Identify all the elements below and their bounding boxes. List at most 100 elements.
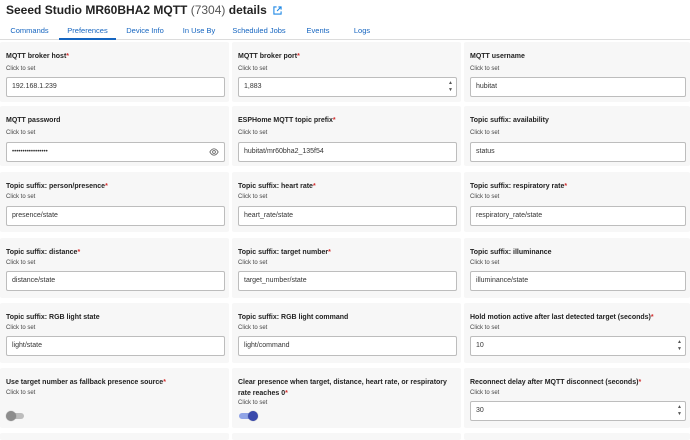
pref-label: MQTT username <box>470 53 525 60</box>
heart-rate-input[interactable]: heart_rate/state <box>238 206 457 226</box>
pref-broker-host: MQTT broker host* Click to set 192.168.1… <box>0 42 229 102</box>
spin-down-icon[interactable]: ▼ <box>447 87 454 94</box>
pref-rgb-command: Topic suffix: RGB light command Click to… <box>232 303 461 363</box>
eye-icon[interactable] <box>209 147 219 157</box>
pref-label: Topic suffix: availability <box>470 117 549 124</box>
spin-down-icon[interactable]: ▼ <box>676 346 683 353</box>
field-value: ••••••••••••••••• <box>12 149 48 155</box>
rgb-state-input[interactable]: light/state <box>6 336 225 356</box>
click-to-set-hint: Click to set <box>238 400 268 406</box>
tab-preferences[interactable]: Preferences <box>59 20 116 40</box>
field-value: 30 <box>476 407 484 414</box>
click-to-set-hint: Click to set <box>238 325 268 331</box>
external-link-icon[interactable] <box>273 6 282 15</box>
pref-rgb-state: Topic suffix: RGB light state Click to s… <box>0 303 229 363</box>
availability-input[interactable]: status <box>470 142 686 162</box>
clear-presence-toggle[interactable] <box>238 411 258 421</box>
click-to-set-hint: Click to set <box>6 194 36 200</box>
pref-label: Topic suffix: RGB light command <box>238 314 349 321</box>
click-to-set-hint: Click to set <box>238 194 268 200</box>
required-mark: * <box>312 183 316 190</box>
required-mark: * <box>564 183 568 190</box>
required-mark: * <box>638 379 642 386</box>
pref-label: Topic suffix: heart rate <box>238 183 313 190</box>
pref-distance: Topic suffix: distance* Click to set dis… <box>0 238 229 298</box>
click-to-set-hint: Click to set <box>6 66 36 72</box>
click-to-set-hint: Click to set <box>6 325 36 331</box>
pref-label: Clear presence when target, distance, he… <box>238 379 447 397</box>
click-to-set-hint: Click to set <box>6 390 36 396</box>
tab-device-info[interactable]: Device Info <box>116 20 174 40</box>
title-suffix: details <box>228 3 267 17</box>
spin-up-icon[interactable]: ▲ <box>676 404 683 411</box>
required-mark: * <box>163 379 166 386</box>
required-mark: * <box>332 117 336 124</box>
pref-label: MQTT password <box>6 117 61 124</box>
field-value: 1,883 <box>244 83 262 90</box>
pref-resp-rate: Topic suffix: respiratory rate* Click to… <box>464 172 690 232</box>
click-to-set-hint: Click to set <box>470 194 500 200</box>
spin-up-icon[interactable]: ▲ <box>676 339 683 346</box>
click-to-set-hint: Click to set <box>470 66 500 72</box>
pref-label: Topic suffix: RGB light state <box>6 314 100 321</box>
required-mark: * <box>285 390 288 397</box>
field-value: 10 <box>476 342 484 349</box>
pref-topic-prefix: ESPHome MQTT topic prefix* Click to set … <box>232 106 461 166</box>
click-to-set-hint: Click to set <box>470 130 500 136</box>
pref-clear-presence: Clear presence when target, distance, he… <box>232 368 461 428</box>
number-spinner[interactable]: ▲ ▼ <box>676 404 683 418</box>
broker-host-input[interactable]: 192.168.1.239 <box>6 77 225 97</box>
pref-card-partial <box>0 433 229 440</box>
spin-up-icon[interactable]: ▲ <box>447 80 454 87</box>
tab-events[interactable]: Events <box>294 20 342 40</box>
click-to-set-hint: Click to set <box>238 66 268 72</box>
pref-label: Use target number as fallback presence s… <box>6 379 164 386</box>
illuminance-input[interactable]: illuminance/state <box>470 271 686 291</box>
number-spinner[interactable]: ▲ ▼ <box>447 80 454 94</box>
pref-label: Topic suffix: person/presence <box>6 183 106 190</box>
required-mark: * <box>77 249 81 256</box>
rgb-command-input[interactable]: light/command <box>238 336 457 356</box>
presence-input[interactable]: presence/state <box>6 206 225 226</box>
click-to-set-hint: Click to set <box>470 390 500 396</box>
click-to-set-hint: Click to set <box>238 260 268 266</box>
pref-label: ESPHome MQTT topic prefix <box>238 117 333 124</box>
fallback-toggle[interactable] <box>6 411 26 421</box>
spin-down-icon[interactable]: ▼ <box>676 411 683 418</box>
number-spinner[interactable]: ▲ ▼ <box>676 339 683 353</box>
pref-fallback: Use target number as fallback presence s… <box>0 368 229 428</box>
click-to-set-hint: Click to set <box>6 130 36 136</box>
password-input[interactable]: ••••••••••••••••• <box>6 142 225 162</box>
pref-password: MQTT password Click to set •••••••••••••… <box>0 106 229 166</box>
tab-in-use-by[interactable]: In Use By <box>174 20 224 40</box>
pref-availability: Topic suffix: availability Click to set … <box>464 106 690 166</box>
pref-label: MQTT broker port <box>238 53 298 60</box>
device-name: Seeed Studio MR60BHA2 MQTT <box>6 3 188 17</box>
tab-logs[interactable]: Logs <box>342 20 382 40</box>
pref-reconnect: Reconnect delay after MQTT disconnect (s… <box>464 368 690 428</box>
pref-heart-rate: Topic suffix: heart rate* Click to set h… <box>232 172 461 232</box>
pref-illuminance: Topic suffix: illuminance Click to set i… <box>464 238 690 298</box>
pref-card-partial <box>464 433 690 440</box>
pref-label: Topic suffix: distance <box>6 249 78 256</box>
reconnect-input[interactable]: 30 ▲ ▼ <box>470 401 686 421</box>
pref-label: MQTT broker host <box>6 53 67 60</box>
tab-scheduled-jobs[interactable]: Scheduled Jobs <box>224 20 294 40</box>
page-title: Seeed Studio MR60BHA2 MQTT (7304) detail… <box>0 0 690 20</box>
toggle-knob <box>248 411 258 421</box>
username-input[interactable]: hubitat <box>470 77 686 97</box>
required-mark: * <box>297 53 300 60</box>
hold-motion-input[interactable]: 10 ▲ ▼ <box>470 336 686 356</box>
pref-card-partial <box>232 433 461 440</box>
pref-label: Topic suffix: illuminance <box>470 249 552 256</box>
pref-presence: Topic suffix: person/presence* Click to … <box>0 172 229 232</box>
pref-label: Topic suffix: respiratory rate <box>470 183 565 190</box>
broker-port-input[interactable]: 1,883 ▲ ▼ <box>238 77 457 97</box>
resp-rate-input[interactable]: respiratory_rate/state <box>470 206 686 226</box>
distance-input[interactable]: distance/state <box>6 271 225 291</box>
required-mark: * <box>328 249 331 256</box>
tab-commands[interactable]: Commands <box>0 20 59 40</box>
target-number-input[interactable]: target_number/state <box>238 271 457 291</box>
pref-hold-motion: Hold motion active after last detected t… <box>464 303 690 363</box>
topic-prefix-input[interactable]: hubitat/mr60bha2_135f54 <box>238 142 457 162</box>
